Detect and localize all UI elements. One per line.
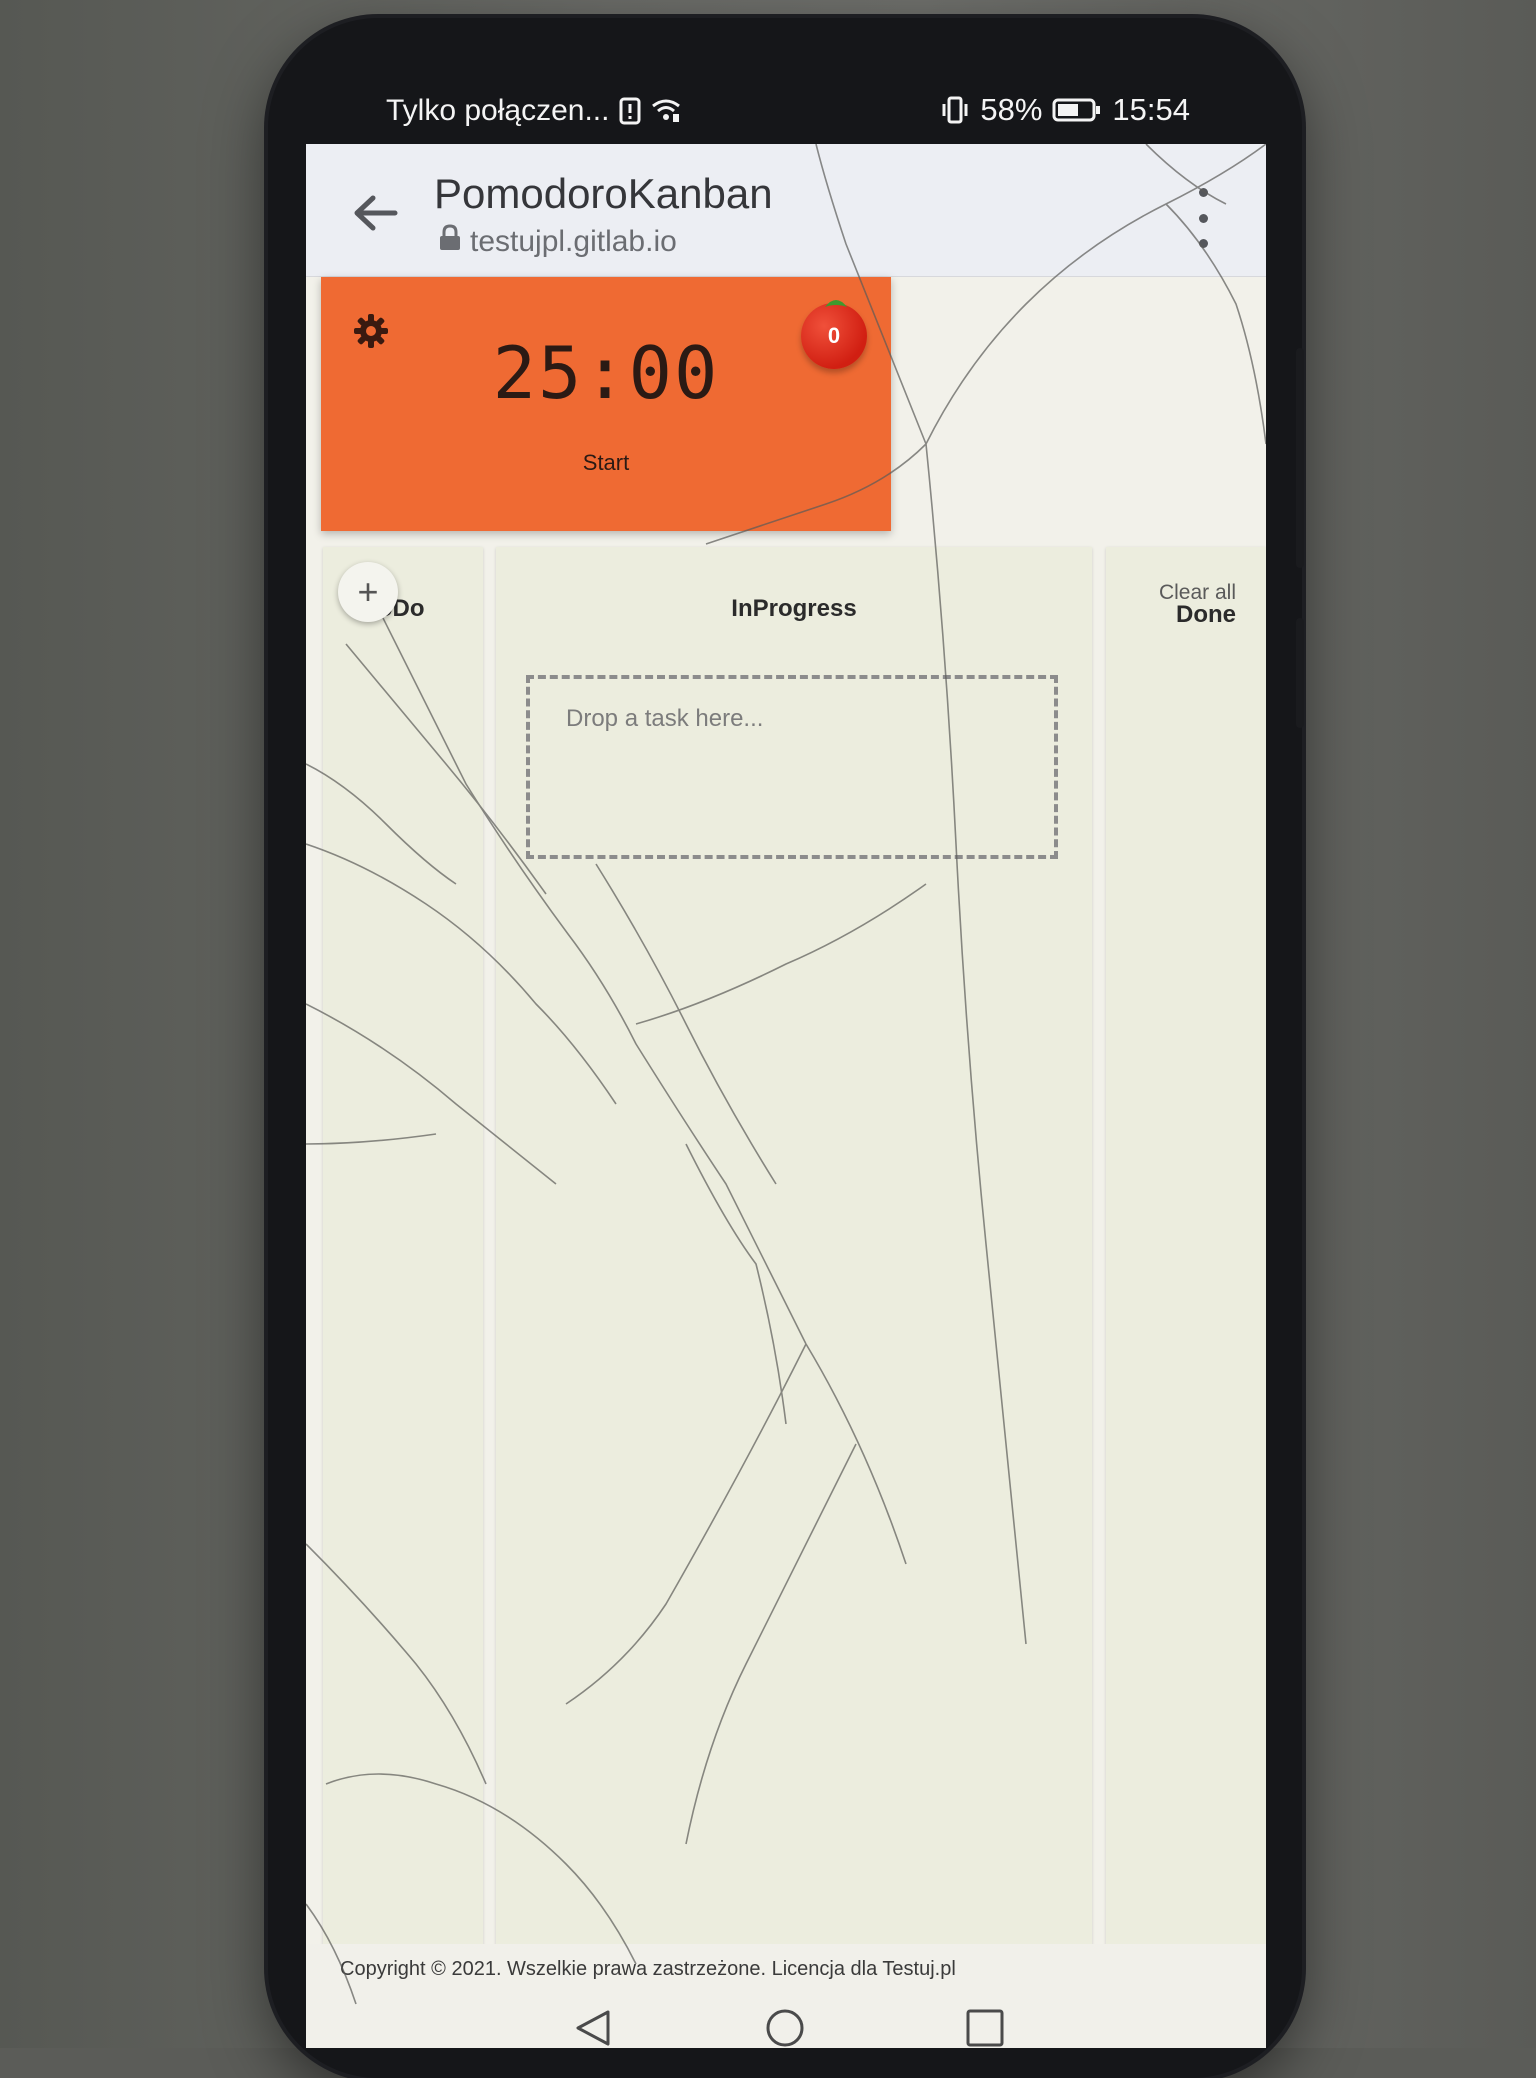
status-bar: Tylko połączen... 58% 15:54 [300, 80, 1200, 140]
column-done: Clear all Done [1106, 547, 1266, 1977]
sim-alert-icon [619, 97, 641, 125]
battery-icon [1052, 97, 1102, 123]
copyright-text: Copyright © 2021. Wszelkie prawa zastrze… [340, 1958, 956, 1980]
footer: Copyright © 2021. Wszelkie prawa zastrze… [306, 1944, 1266, 2048]
column-inprogress: InProgress Drop a task here... [496, 547, 1092, 1977]
nav-recents-icon[interactable] [960, 2008, 1010, 2048]
add-task-button[interactable]: + [338, 562, 398, 622]
column-title-done: Done [1176, 601, 1236, 628]
wifi-icon [651, 98, 681, 124]
back-arrow-icon[interactable] [346, 184, 404, 242]
status-left: Tylko połączen... [386, 94, 681, 128]
nav-back-icon[interactable] [568, 2008, 618, 2048]
drop-zone[interactable]: Drop a task here... [526, 675, 1058, 859]
power-button [1296, 618, 1304, 728]
tomato-counter: 0 [801, 297, 871, 371]
overflow-menu-icon[interactable] [1188, 188, 1218, 248]
volume-button [1296, 348, 1304, 568]
column-todo: ToDo [323, 547, 483, 1977]
screen: PomodoroKanban testujpl.gitlab.io 25:00 [306, 144, 1266, 2048]
status-right: 58% 15:54 [940, 92, 1190, 128]
start-button[interactable]: Start [556, 443, 656, 483]
clock-time: 15:54 [1112, 92, 1190, 127]
domain-row: testujpl.gitlab.io [438, 224, 677, 260]
pomodoro-count: 0 [827, 323, 841, 348]
battery-percent: 58% [980, 92, 1043, 127]
column-title-inprogress: InProgress [731, 595, 857, 622]
vibrate-icon [940, 95, 970, 125]
page-title: PomodoroKanban [434, 170, 773, 217]
drop-placeholder: Drop a task here... [566, 705, 764, 732]
android-nav-bar [306, 2008, 1266, 2048]
carrier-text: Tylko połączen... [386, 94, 610, 127]
browser-url-bar: PomodoroKanban testujpl.gitlab.io [306, 144, 1266, 277]
lock-icon [438, 224, 462, 260]
nav-home-icon[interactable] [760, 2008, 810, 2048]
domain-text: testujpl.gitlab.io [470, 225, 677, 258]
tomato-leaf-icon [825, 300, 847, 307]
timer-card: 25:00 Start 0 [321, 277, 891, 531]
tomato-icon: 0 [801, 303, 867, 369]
